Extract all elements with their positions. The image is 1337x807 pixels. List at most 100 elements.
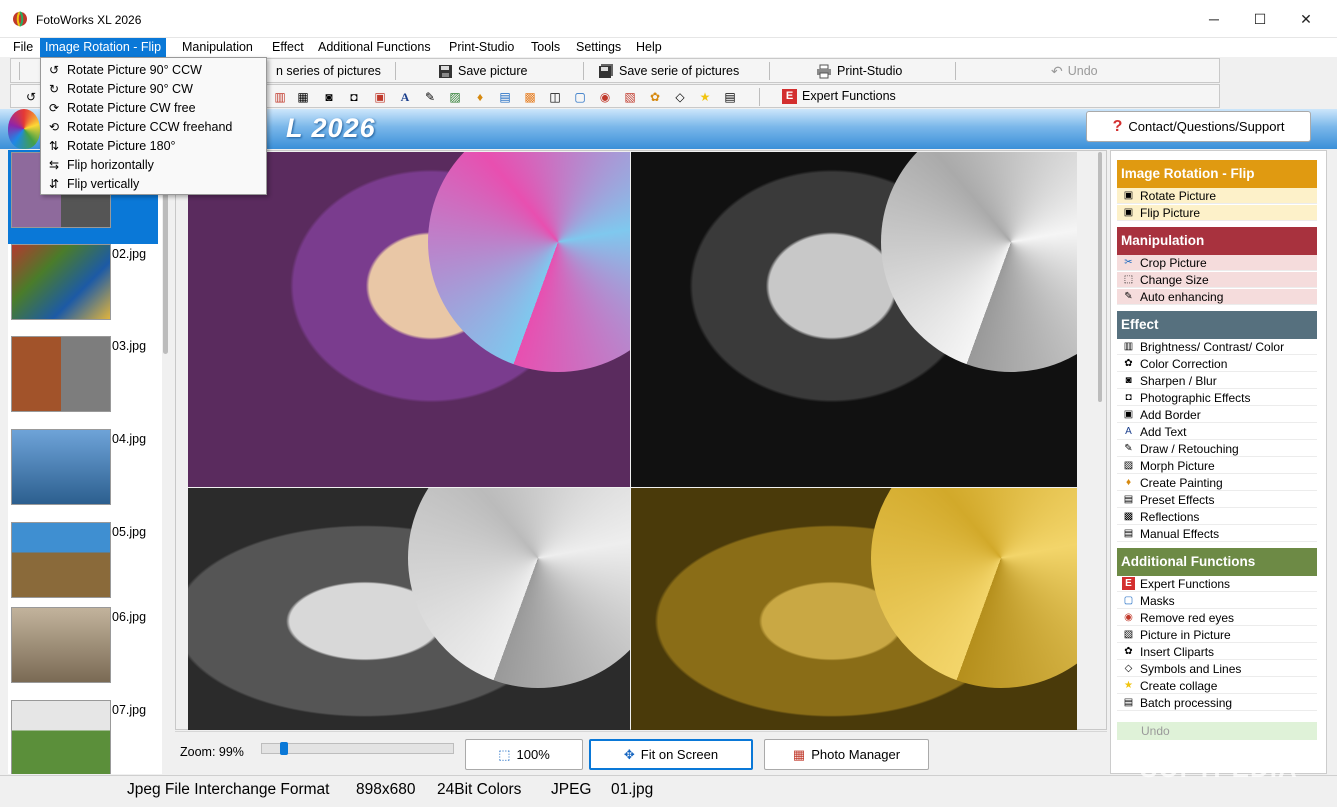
expert-e-icon: E (782, 88, 797, 104)
camera-icon[interactable]: ◘ (346, 89, 362, 105)
thumbnail-item[interactable]: 06.jpg (8, 607, 158, 687)
menu-print-studio[interactable]: Print-Studio (444, 38, 519, 57)
panel-item-batch-processing[interactable]: ▤ Batch processing (1117, 695, 1317, 711)
menu-file[interactable]: File (8, 38, 38, 57)
flip-vertically-item[interactable]: ⇵ Flip vertically (42, 174, 266, 193)
rotate-cw-free-item[interactable]: ⟳ Rotate Picture CW free (42, 98, 266, 117)
section-header-effect[interactable]: Effect (1117, 311, 1317, 339)
panel-item-label: Remove red eyes (1140, 610, 1235, 625)
color-palette-icon[interactable]: ▦ (295, 89, 311, 105)
batch-icon[interactable]: ▤ (722, 89, 738, 105)
thumbnail-item[interactable]: 02.jpg (8, 244, 158, 324)
masks-icon[interactable]: ▢ (572, 89, 588, 105)
panel-item-crop-picture[interactable]: ✂ Crop Picture (1117, 255, 1317, 271)
print-studio-button[interactable]: Print-Studio (816, 62, 902, 80)
panel-item-add-border[interactable]: ▣ Add Border (1117, 407, 1317, 423)
text-tool-icon[interactable]: A (397, 89, 413, 105)
zoom-100-button[interactable]: ⬚ 100% (465, 739, 583, 770)
symbols-icon[interactable]: ◇ (672, 89, 688, 105)
open-series-button[interactable]: n series of pictures (276, 62, 381, 80)
border-icon[interactable]: ▣ (372, 89, 388, 105)
canvas-scrollbar[interactable] (1095, 152, 1105, 728)
morph-icon[interactable]: ▨ (447, 89, 463, 105)
histogram-icon[interactable]: ▥ (272, 89, 288, 105)
panel-item-label: Create Painting (1140, 475, 1223, 490)
undo-toolbar-button[interactable]: ↶ Undo (1051, 62, 1098, 80)
panel-item-label: Sharpen / Blur (1140, 373, 1217, 388)
panel-undo-button[interactable]: Undo (1117, 722, 1317, 740)
minimize-button[interactable]: ─ (1191, 0, 1237, 38)
panel-item-preset-effects[interactable]: ▤ Preset Effects (1117, 492, 1317, 508)
zoom-slider[interactable] (261, 742, 454, 755)
panel-item-create-collage[interactable]: ★ Create collage (1117, 678, 1317, 694)
sharpen-icon[interactable]: ◙ (321, 89, 337, 105)
panel-item-reflections[interactable]: ▩ Reflections (1117, 509, 1317, 525)
banner-logo-fragment: L (286, 113, 304, 143)
menu-help[interactable]: Help (631, 38, 667, 57)
rotate-tool-icon[interactable]: ↺ (23, 89, 39, 105)
menu-effect[interactable]: Effect (267, 38, 309, 57)
thumbnail-item[interactable]: 04.jpg (8, 429, 158, 509)
thumbnail-item[interactable]: 05.jpg (8, 522, 158, 602)
panel-item-brightness-contrast-color[interactable]: ▥ Brightness/ Contrast/ Color (1117, 339, 1317, 355)
panel-item-sharpen-blur[interactable]: ◙ Sharpen / Blur (1117, 373, 1317, 389)
expert-functions-button[interactable]: E Expert Functions (782, 87, 896, 105)
manual-effects-icon[interactable]: ◫ (547, 89, 563, 105)
panel-item-remove-red-eyes[interactable]: ◉ Remove red eyes (1117, 610, 1317, 626)
panel-item-picture-in-picture[interactable]: ▧ Picture in Picture (1117, 627, 1317, 643)
save-series-button[interactable]: Save serie of pictures (598, 62, 739, 80)
section-header-image-rotation-flip[interactable]: Image Rotation - Flip (1117, 160, 1317, 188)
contact-support-button[interactable]: ? Contact/Questions/Support (1086, 111, 1311, 142)
panel-item-morph-picture[interactable]: ▨ Morph Picture (1117, 458, 1317, 474)
section-header-manipulation[interactable]: Manipulation (1117, 227, 1317, 255)
thumbnail-list[interactable]: 02.jpg 03.jpg 04.jpg 05.jpg 06.jpg 07.jp… (8, 150, 166, 774)
menu-manipulation[interactable]: Manipulation (177, 38, 258, 57)
painting-icon[interactable]: ♦ (472, 89, 488, 105)
clipart-icon[interactable]: ✿ (647, 89, 663, 105)
panel-item-color-correction[interactable]: ✿ Color Correction (1117, 356, 1317, 372)
panel-item-manual-effects[interactable]: ▤ Manual Effects (1117, 526, 1317, 542)
maximize-button[interactable]: ☐ (1237, 0, 1283, 38)
section-header-additional-functions[interactable]: Additional Functions (1117, 548, 1317, 576)
zoom-slider-thumb[interactable] (280, 742, 288, 755)
save-picture-button[interactable]: Save picture (438, 62, 527, 80)
preset-effects-icon[interactable]: ▤ (497, 89, 513, 105)
thumbnail-scrollbar[interactable] (162, 150, 170, 774)
menu-tools[interactable]: Tools (526, 38, 565, 57)
panel-item-change-size[interactable]: ⬚ Change Size (1117, 272, 1317, 288)
panel-item-masks[interactable]: ▢ Masks (1117, 593, 1317, 609)
panel-item-auto-enhancing[interactable]: ✎ Auto enhancing (1117, 289, 1317, 305)
panel-item-insert-cliparts[interactable]: ✿ Insert Cliparts (1117, 644, 1317, 660)
rotate-ccw-freehand-item[interactable]: ⟲ Rotate Picture CCW freehand (42, 117, 266, 136)
fit-on-screen-button[interactable]: ✥ Fit on Screen (589, 739, 753, 770)
menu-additional-functions[interactable]: Additional Functions (313, 38, 436, 57)
reflection-icon[interactable]: ▩ (522, 89, 538, 105)
panel-item-create-painting[interactable]: ♦ Create Painting (1117, 475, 1317, 491)
menu-settings[interactable]: Settings (571, 38, 626, 57)
scrollbar-thumb[interactable] (1098, 152, 1102, 402)
red-eye-icon[interactable]: ◉ (597, 89, 613, 105)
panel-item-expert-functions[interactable]: E Expert Functions (1117, 576, 1317, 592)
flip-horizontally-item[interactable]: ⇆ Flip horizontally (42, 155, 266, 174)
rotate-180-item[interactable]: ⇅ Rotate Picture 180° (42, 136, 266, 155)
draw-tool-icon[interactable]: ✎ (422, 89, 438, 105)
photo-black-white (631, 152, 1077, 487)
thumbnail-item[interactable]: 07.jpg (8, 700, 158, 774)
collage-star-icon[interactable]: ★ (697, 89, 713, 105)
thumbnail-item[interactable]: 03.jpg (8, 336, 158, 416)
panel-item-draw-retouching[interactable]: ✎ Draw / Retouching (1117, 441, 1317, 457)
panel-item-add-text[interactable]: A Add Text (1117, 424, 1317, 440)
rotate-90-ccw-item[interactable]: ↺ Rotate Picture 90° CCW (42, 60, 266, 79)
panel-item-photographic-effects[interactable]: ◘ Photographic Effects (1117, 390, 1317, 406)
menu-image-rotation[interactable]: Image Rotation - Flip (40, 38, 167, 57)
panel-item-label: Insert Cliparts (1140, 644, 1215, 659)
close-button[interactable]: ✕ (1283, 0, 1329, 38)
picture-in-picture-icon[interactable]: ▧ (622, 89, 638, 105)
rotate-90-cw-item[interactable]: ↻ Rotate Picture 90° CW (42, 79, 266, 98)
panel-item-flip-picture[interactable]: ▣ Flip Picture (1117, 205, 1317, 221)
panel-item-symbols-and-lines[interactable]: ◇ Symbols and Lines (1117, 661, 1317, 677)
draw-icon: ✎ (1124, 443, 1133, 454)
preset-effects-icon: ▤ (1123, 494, 1134, 505)
panel-item-rotate-picture[interactable]: ▣ Rotate Picture (1117, 188, 1317, 204)
photo-manager-button[interactable]: ▦ Photo Manager (764, 739, 929, 770)
